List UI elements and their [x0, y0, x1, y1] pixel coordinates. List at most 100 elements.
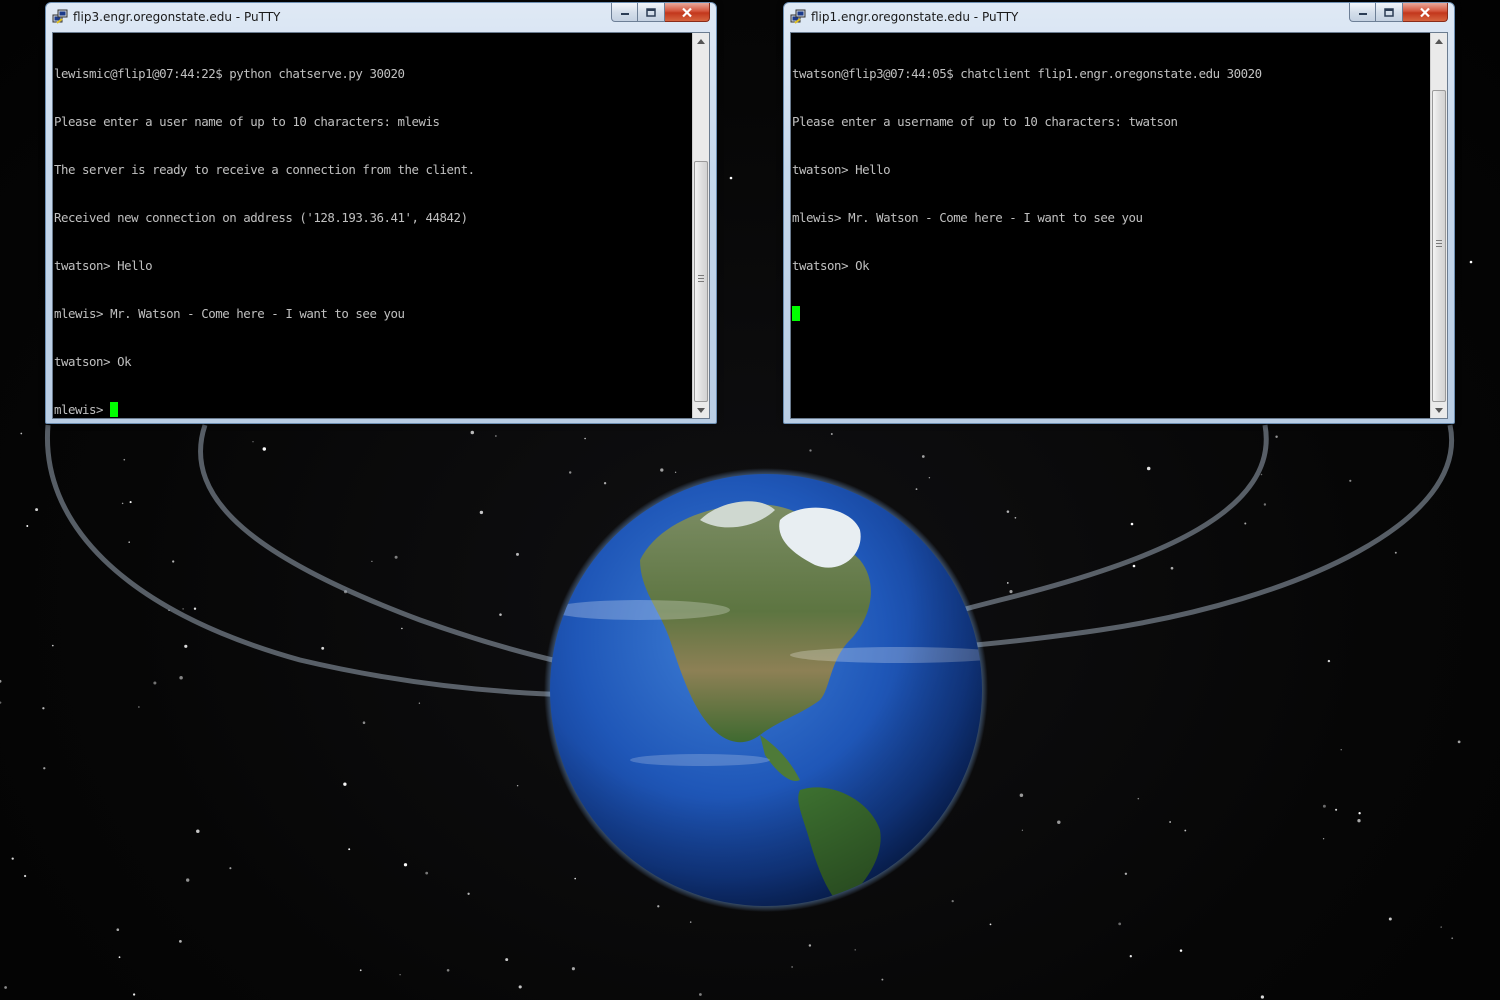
scroll-down-button[interactable]	[1431, 402, 1447, 418]
star	[928, 476, 931, 479]
star	[359, 969, 362, 972]
star	[1170, 566, 1174, 570]
titlebar[interactable]: flip3.engr.oregonstate.edu - PuTTY	[46, 3, 716, 31]
star	[729, 176, 733, 180]
terminal-prompt-line[interactable]	[792, 306, 1430, 322]
star	[516, 552, 519, 556]
star	[1244, 522, 1247, 525]
star	[1469, 260, 1473, 264]
star	[518, 985, 522, 989]
titlebar[interactable]: flip1.engr.oregonstate.edu - PuTTY	[784, 3, 1454, 31]
star	[674, 471, 677, 473]
star	[1349, 479, 1352, 482]
putty-window-server[interactable]: flip3.engr.oregonstate.edu - PuTTY lewis…	[45, 2, 717, 424]
maximize-button[interactable]	[1376, 3, 1403, 22]
grip-line	[698, 278, 704, 279]
arrow-up-icon	[697, 38, 705, 44]
close-button[interactable]	[1403, 3, 1448, 22]
star	[1275, 435, 1278, 439]
star	[505, 958, 509, 962]
vertical-scrollbar[interactable]	[1430, 33, 1447, 418]
putty-window-client[interactable]: flip1.engr.oregonstate.edu - PuTTY twats…	[783, 2, 1455, 424]
star	[172, 560, 175, 563]
vertical-scrollbar[interactable]	[692, 33, 709, 418]
star	[42, 707, 45, 710]
terminal-output[interactable]: twatson@flip3@07:44:05$ chatclient flip1…	[792, 34, 1430, 417]
star	[1260, 473, 1263, 476]
terminal-area[interactable]: lewismic@flip1@07:44:22$ python chatserv…	[52, 32, 710, 419]
scroll-thumb[interactable]	[694, 161, 708, 402]
minimize-button[interactable]	[611, 3, 638, 22]
star	[921, 455, 925, 458]
terminal-line: The server is ready to receive a connect…	[54, 162, 475, 177]
scroll-down-button[interactable]	[693, 402, 709, 418]
star	[699, 993, 702, 996]
star	[4, 986, 7, 989]
star	[1457, 740, 1461, 744]
star	[362, 721, 366, 724]
star	[43, 767, 46, 770]
star	[499, 613, 502, 616]
star	[153, 681, 157, 685]
close-button[interactable]	[665, 3, 710, 22]
maximize-icon	[1384, 7, 1394, 17]
star	[1340, 749, 1342, 751]
star	[193, 607, 197, 610]
scroll-thumb[interactable]	[1432, 90, 1446, 402]
grip-line	[698, 275, 704, 276]
star	[603, 482, 607, 485]
star	[11, 857, 14, 860]
star	[1137, 797, 1140, 800]
terminal-line: Please enter a username of up to 10 char…	[792, 114, 1178, 129]
star	[584, 437, 586, 440]
star	[1057, 820, 1061, 824]
terminal-prompt-line[interactable]: mlewis>	[54, 402, 692, 417]
star	[989, 923, 992, 926]
star	[808, 944, 812, 947]
star	[1124, 872, 1128, 875]
star	[229, 867, 232, 870]
arrow-down-icon	[1435, 407, 1443, 413]
star	[1394, 551, 1397, 554]
star	[915, 488, 918, 490]
star	[1179, 949, 1183, 952]
star	[1132, 564, 1136, 568]
scroll-up-button[interactable]	[1431, 33, 1447, 49]
terminal-output[interactable]: lewismic@flip1@07:44:22$ python chatserv…	[54, 34, 692, 417]
putty-icon[interactable]	[790, 9, 806, 25]
grip-line	[1436, 246, 1442, 247]
maximize-button[interactable]	[638, 3, 665, 22]
star	[1129, 955, 1132, 958]
star	[262, 447, 267, 451]
star	[1263, 503, 1267, 506]
star	[121, 502, 124, 505]
minimize-icon	[1358, 13, 1367, 15]
star	[179, 675, 183, 680]
star	[467, 892, 470, 895]
star	[401, 627, 403, 630]
star	[1451, 937, 1454, 940]
star	[394, 555, 398, 559]
grip-line	[1436, 240, 1442, 241]
star	[1184, 829, 1187, 832]
arrow-down-icon	[697, 407, 705, 413]
putty-icon[interactable]	[52, 9, 68, 25]
close-icon	[682, 7, 692, 17]
terminal-line: twatson> Ok	[54, 354, 132, 369]
star	[1358, 812, 1361, 815]
star	[252, 441, 254, 443]
star	[348, 848, 351, 851]
star	[951, 899, 954, 903]
star	[0, 701, 2, 704]
terminal-line: lewismic@flip1@07:44:22$ python chatserv…	[54, 66, 405, 81]
minimize-button[interactable]	[1349, 3, 1376, 22]
terminal-line: twatson> Hello	[54, 258, 153, 273]
terminal-line: mlewis> Mr. Watson - Come here - I want …	[792, 210, 1143, 225]
star	[51, 644, 54, 647]
star	[1327, 659, 1331, 663]
terminal-area[interactable]: twatson@flip3@07:44:05$ chatclient flip1…	[790, 32, 1448, 419]
star	[35, 508, 39, 512]
star	[809, 449, 812, 452]
star	[660, 468, 664, 472]
scroll-up-button[interactable]	[693, 33, 709, 49]
